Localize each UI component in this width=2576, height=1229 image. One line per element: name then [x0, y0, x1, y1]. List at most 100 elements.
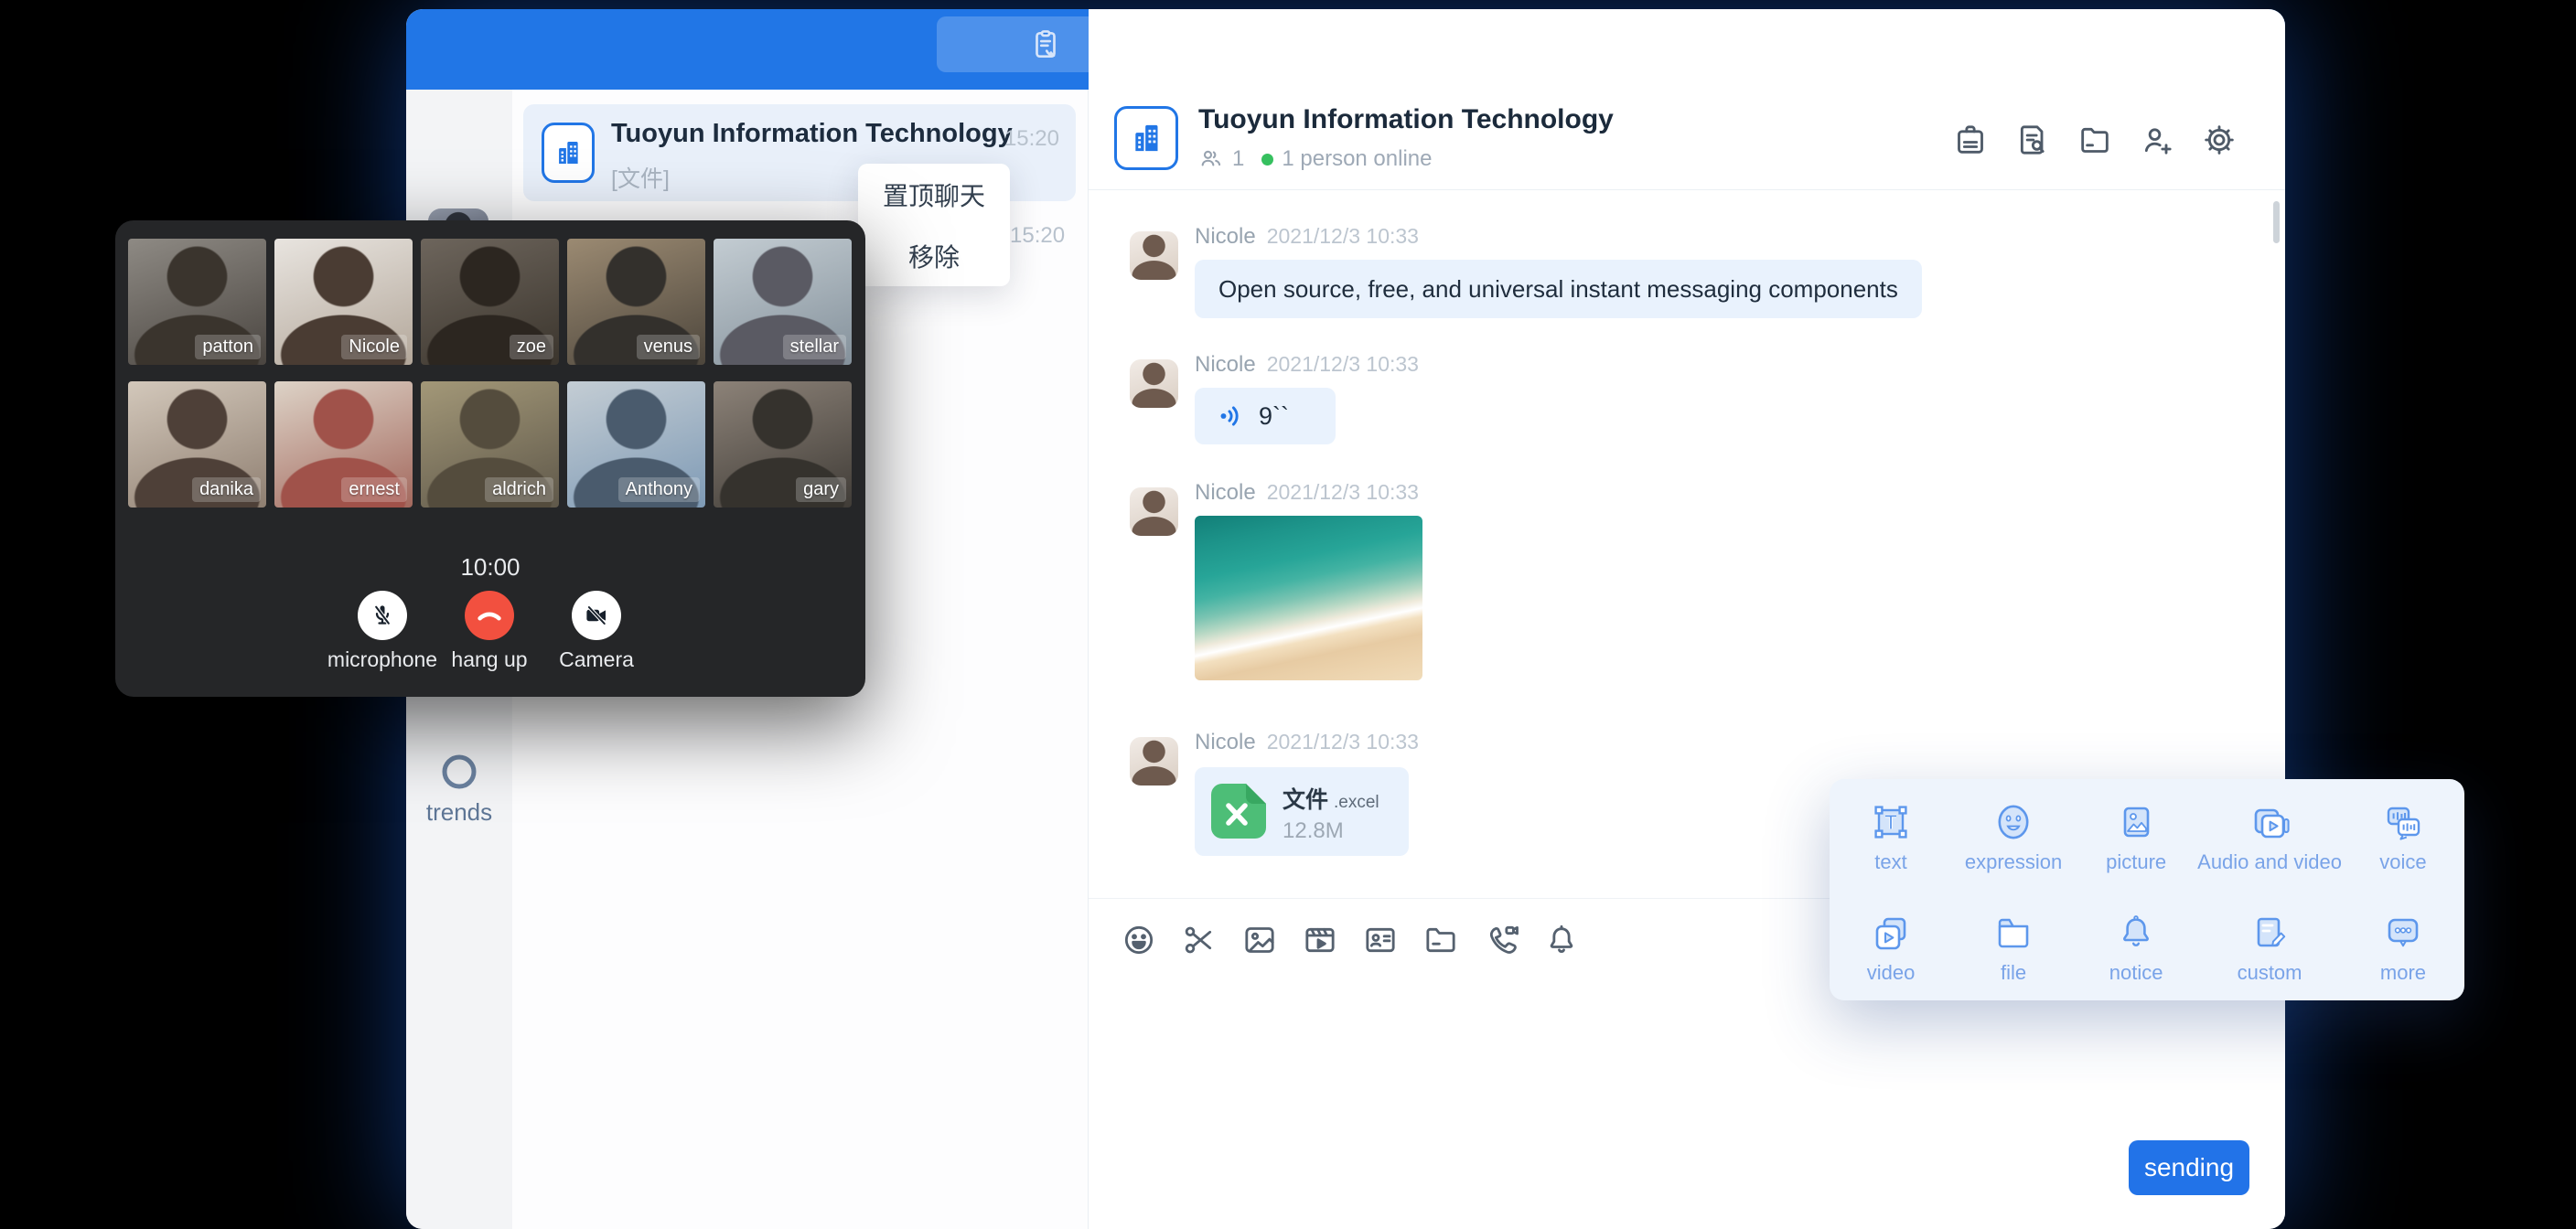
microphone-button[interactable]: [358, 591, 407, 640]
chat-panel: Tuoyun Information Technology 1 1 person…: [1089, 9, 2285, 1229]
panel-item-custom[interactable]: custom: [2197, 890, 2342, 1000]
online-dot: [1261, 154, 1273, 166]
text-icon: [1869, 800, 1913, 844]
panel-item-file[interactable]: file: [1952, 890, 2075, 1000]
image-icon[interactable]: [1240, 920, 1280, 960]
panel-item-voice[interactable]: voice: [2342, 779, 2464, 890]
mic-off-icon: [369, 602, 396, 629]
chat-history-search-icon[interactable]: [2012, 120, 2053, 160]
participant-name: ernest: [341, 477, 407, 502]
sender-name: Nicole: [1195, 224, 1256, 249]
settings-icon[interactable]: [2199, 120, 2239, 160]
video-tile: danika: [128, 381, 266, 508]
building-icon: [553, 135, 584, 170]
panel-item-more[interactable]: more: [2342, 890, 2464, 1000]
panel-item-picture[interactable]: picture: [2075, 779, 2197, 890]
message-time: 2021/12/3 10:33: [1267, 352, 1419, 376]
camera-button[interactable]: [572, 591, 621, 640]
panel-item-video[interactable]: video: [1830, 890, 1952, 1000]
custom-icon: [2248, 911, 2292, 955]
file-folder-icon: [1991, 911, 2035, 955]
voice-duration: 9``: [1259, 402, 1289, 431]
message-meta: Nicole 2021/12/3 10:33: [1195, 352, 1419, 378]
participant-name: patton: [195, 335, 261, 359]
camera-label: Camera: [523, 647, 670, 672]
message-time: 2021/12/3 10:33: [1267, 224, 1419, 248]
scrollbar[interactable]: [2273, 201, 2280, 243]
picture-icon: [2114, 800, 2158, 844]
chat-subtitle: 1 1 person online: [1198, 146, 1432, 172]
members-icon: [1198, 146, 1224, 172]
contact-card-icon[interactable]: [1360, 920, 1401, 960]
participant-name: aldrich: [485, 477, 553, 502]
trends-icon: [438, 751, 480, 793]
message-meta: Nicole2021/12/3 10:33: [1195, 480, 1419, 506]
call-timer: 10:00: [115, 553, 865, 582]
hang-up-icon: [475, 601, 504, 630]
conversation-preview: [文件]: [611, 161, 670, 194]
voice-icon: [2381, 800, 2425, 844]
conversation-time: 15:20: [1010, 223, 1065, 249]
menu-item-remove[interactable]: 移除: [858, 225, 1010, 286]
file-ext: .excel: [1334, 793, 1379, 812]
add-member-icon[interactable]: [2137, 120, 2177, 160]
message-meta: Nicole 2021/12/3 10:33: [1195, 224, 1419, 250]
more-icon: [2381, 911, 2425, 955]
avatar[interactable]: [1130, 487, 1178, 536]
expression-icon: [1991, 800, 2035, 844]
video-tile: Anthony: [567, 381, 705, 508]
sidebar-item-trends[interactable]: trends: [406, 751, 512, 827]
excel-file-icon: [1209, 782, 1268, 840]
hang-up-button[interactable]: [465, 591, 514, 640]
message-time: 2021/12/3 10:33: [1267, 730, 1419, 753]
message-meta: Nicole 2021/12/3 10:33: [1195, 730, 1419, 755]
panel-item-audio-video[interactable]: Audio and video: [2197, 779, 2342, 890]
group-avatar[interactable]: [1114, 106, 1178, 170]
video-tile: gary: [714, 381, 852, 508]
video-call-window: patton Nicole zoe venus stellar danika e…: [115, 220, 865, 697]
send-button[interactable]: sending: [2129, 1140, 2249, 1195]
participant-name: stellar: [783, 335, 846, 359]
menu-item-pin[interactable]: 置顶聊天: [858, 164, 1010, 225]
conversation-title: Tuoyun Information Technology: [611, 119, 1013, 149]
participant-name: Nicole: [341, 335, 407, 359]
video-tile: stellar: [714, 239, 852, 365]
file-icon[interactable]: [1421, 920, 1461, 960]
online-status: 1 person online: [1282, 146, 1432, 172]
context-menu: 置顶聊天 移除: [858, 164, 1010, 286]
screenshot-icon[interactable]: [1179, 920, 1219, 960]
participant-name: venus: [637, 335, 700, 359]
group-avatar: [542, 123, 595, 183]
avatar[interactable]: [1130, 359, 1178, 408]
file-message[interactable]: 文件.excel 12.8M: [1195, 767, 1409, 856]
emoji-icon[interactable]: [1119, 920, 1159, 960]
announcement-icon[interactable]: [1950, 120, 1991, 160]
building-icon: [1128, 118, 1165, 158]
file-name: 文件.excel: [1283, 782, 1379, 815]
video-clip-icon[interactable]: [1300, 920, 1340, 960]
panel-item-notice[interactable]: notice: [2075, 890, 2197, 1000]
chat-header: Tuoyun Information Technology 1 1 person…: [1089, 90, 2285, 190]
audio-video-icon: [2248, 800, 2292, 844]
message-type-panel: text expression picture Audio and video: [1830, 779, 2464, 1000]
sender-name: Nicole: [1195, 730, 1256, 754]
sender-name: Nicole: [1195, 352, 1256, 377]
video-call-icon[interactable]: [1481, 920, 1521, 960]
avatar[interactable]: [1130, 231, 1178, 280]
avatar[interactable]: [1130, 737, 1178, 785]
video-tile: patton: [128, 239, 266, 365]
panel-item-expression[interactable]: expression: [1952, 779, 2075, 890]
video-tile: aldrich: [421, 381, 559, 508]
voice-message[interactable]: 9``: [1195, 388, 1336, 444]
video-tile: zoe: [421, 239, 559, 365]
notification-icon[interactable]: [1541, 920, 1582, 960]
camera-off-icon: [583, 602, 610, 629]
image-message[interactable]: [1195, 516, 1422, 680]
participant-name: danika: [192, 477, 261, 502]
group-files-icon[interactable]: [2075, 120, 2115, 160]
notice-bell-icon: [2114, 911, 2158, 955]
voice-wave-icon: [1217, 401, 1246, 431]
chat-header-actions: [1950, 120, 2239, 160]
text-message[interactable]: Open source, free, and universal instant…: [1195, 260, 1922, 318]
panel-item-text[interactable]: text: [1830, 779, 1952, 890]
